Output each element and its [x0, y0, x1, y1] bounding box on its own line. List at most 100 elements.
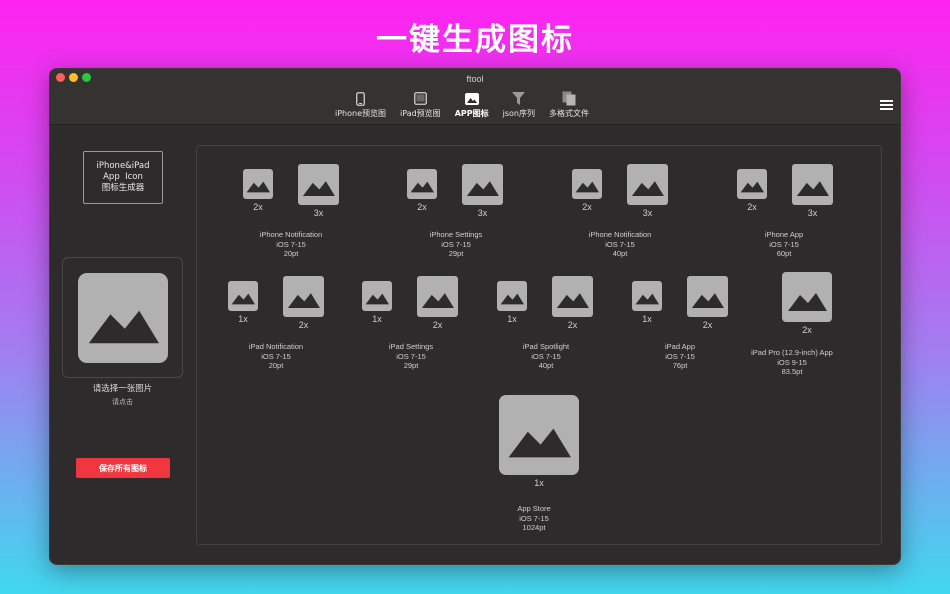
documents-icon: [561, 91, 577, 106]
group-name: iPad Pro (12.9-inch) App: [751, 348, 833, 357]
app-title-line: 图标生成器: [101, 183, 145, 193]
placeholder-image-icon: [298, 164, 339, 205]
group-size: 20pt: [268, 361, 284, 370]
icon-group-info: iPhone App iOS 7-15 60pt: [749, 230, 819, 259]
placeholder-image-icon: [407, 169, 437, 199]
group-ios: iOS 7-15: [769, 239, 799, 249]
icon-slot[interactable]: 3x: [298, 164, 339, 218]
group-size: 60pt: [776, 249, 792, 258]
group-ios: iOS 7-15: [665, 351, 695, 361]
app-title-line: iPhone&iPad: [96, 161, 150, 171]
click-hint: 请点击: [112, 398, 133, 406]
save-all-icons-button[interactable]: 保存所有图标: [76, 458, 170, 478]
icon-group-info: iPhone Notification iOS 7-15 40pt: [585, 230, 655, 259]
icon-slot[interactable]: 1x: [632, 281, 662, 324]
placeholder-image-icon: [228, 281, 258, 311]
icon-slot[interactable]: 1x: [362, 281, 392, 324]
group-ios: iOS 7-15: [441, 239, 471, 249]
icon-slot[interactable]: 2x: [283, 276, 324, 330]
group-ios: iOS 7-15: [396, 351, 426, 361]
source-image-picker[interactable]: [62, 257, 183, 378]
placeholder-image-icon: [552, 276, 593, 317]
filter-icon: [511, 91, 527, 106]
tab-multi-format-files[interactable]: 多格式文件: [544, 91, 594, 119]
tab-app-icon[interactable]: APP图标: [450, 91, 494, 119]
icon-slot[interactable]: 3x: [462, 164, 503, 218]
placeholder-image-icon: [782, 272, 832, 322]
placeholder-image-icon: [243, 169, 273, 199]
close-window-button[interactable]: [56, 73, 65, 82]
group-name: iPad App: [664, 342, 696, 351]
group-ios: iOS 7-15: [261, 351, 291, 361]
group-name: App Store: [517, 504, 551, 513]
placeholder-image-icon: [77, 272, 168, 363]
icon-grid-panel: 2x 3x iPhone Notification iOS 7-15 20pt 2x 3x i…: [196, 145, 882, 545]
icon-slot[interactable]: 2x: [737, 169, 767, 212]
group-size: 20pt: [283, 249, 299, 258]
icon-slot[interactable]: 2x: [243, 169, 273, 212]
group-size: 83.5pt: [781, 367, 803, 376]
scale-label: 3x: [807, 208, 818, 218]
icon-slot[interactable]: 2x: [552, 276, 593, 330]
group-name: iPhone Settings: [429, 230, 483, 239]
group-name: iPhone Notification: [588, 230, 652, 239]
image-icon: [464, 91, 480, 106]
tab-label: APP图标: [454, 109, 489, 118]
scale-label: 3x: [477, 208, 488, 218]
group-size: 76pt: [672, 361, 688, 370]
placeholder-image-icon: [499, 395, 579, 475]
scale-label: 1x: [507, 314, 517, 324]
icon-group-info: iPhone Notification iOS 7-15 20pt: [256, 230, 326, 259]
group-size: 40pt: [538, 361, 554, 370]
icon-slot[interactable]: 2x: [687, 276, 728, 330]
group-name: iPad Notification: [248, 342, 304, 351]
scale-label: 1x: [238, 314, 248, 324]
choose-image-label: 请选择一张图片: [92, 384, 153, 394]
placeholder-image-icon: [417, 276, 458, 317]
group-size: 29pt: [448, 249, 464, 258]
scale-label: 2x: [417, 202, 427, 212]
placeholder-image-icon: [627, 164, 668, 205]
tab-iphone-preview[interactable]: iPhone预览图: [330, 91, 391, 119]
group-size: 40pt: [612, 249, 628, 258]
scale-label: 2x: [582, 202, 592, 212]
placeholder-image-icon: [737, 169, 767, 199]
app-window: ftool iPhone预览图 iPad预览图 APP图标 json序列 多格式…: [49, 68, 901, 565]
group-size: 29pt: [403, 361, 419, 370]
minimize-window-button[interactable]: [69, 73, 78, 82]
group-size: 1024pt: [522, 523, 546, 532]
group-name: iPhone App: [764, 230, 804, 239]
tab-label: iPad预览图: [400, 109, 441, 118]
ipad-icon: [412, 91, 428, 106]
scale-label: 2x: [253, 202, 263, 212]
scale-label: 2x: [432, 320, 443, 330]
icon-slot[interactable]: 1x: [497, 281, 527, 324]
app-title-line: App Icon: [103, 172, 143, 182]
icon-slot[interactable]: 2x: [572, 169, 602, 212]
scale-label: 1x: [642, 314, 652, 324]
scale-label: 2x: [298, 320, 309, 330]
scale-label: 3x: [313, 208, 324, 218]
tab-json-sequence[interactable]: json序列: [498, 91, 540, 119]
icon-slot[interactable]: 2x: [782, 272, 832, 335]
placeholder-image-icon: [362, 281, 392, 311]
group-ios: iOS 7-15: [605, 239, 635, 249]
icon-slot[interactable]: 1x: [228, 281, 258, 324]
group-ios: iOS 7-15: [519, 513, 549, 523]
tab-label: iPhone预览图: [335, 109, 387, 118]
placeholder-image-icon: [792, 164, 833, 205]
maximize-window-button[interactable]: [82, 73, 91, 82]
icon-slot[interactable]: 3x: [627, 164, 668, 218]
window-title: ftool: [466, 74, 484, 84]
tab-label: 多格式文件: [548, 109, 589, 118]
hamburger-menu-icon[interactable]: [880, 100, 893, 112]
icon-slot[interactable]: 2x: [417, 276, 458, 330]
tab-bar: iPhone预览图 iPad预览图 APP图标 json序列 多格式文件: [330, 91, 598, 119]
icon-slot[interactable]: 1x: [499, 395, 579, 488]
icon-slot[interactable]: 3x: [792, 164, 833, 218]
group-name: iPad Spotlight: [522, 342, 570, 351]
tab-ipad-preview[interactable]: iPad预览图: [395, 91, 446, 119]
banner-title: 一键生成图标: [376, 22, 574, 58]
scale-label: 2x: [567, 320, 578, 330]
icon-slot[interactable]: 2x: [407, 169, 437, 212]
